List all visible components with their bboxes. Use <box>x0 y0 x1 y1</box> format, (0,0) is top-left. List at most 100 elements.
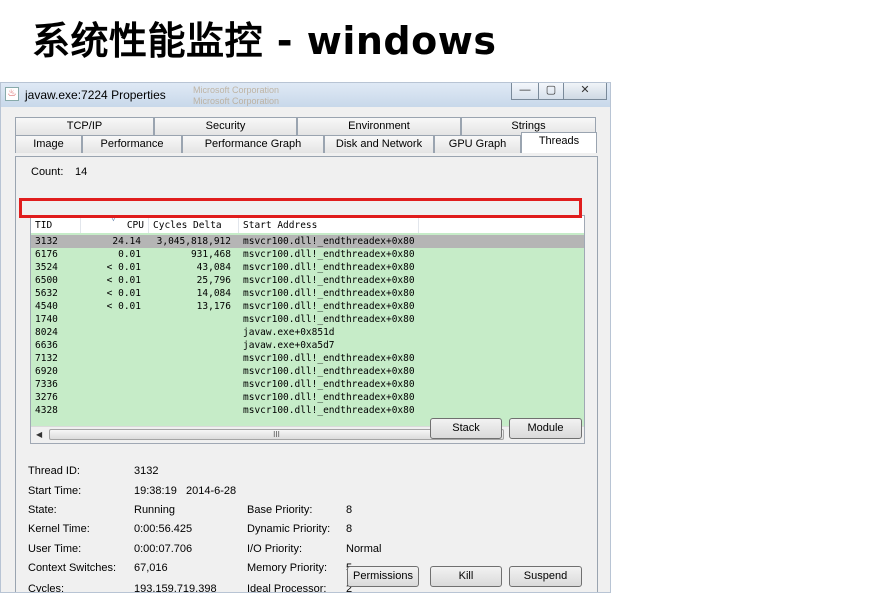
base-priority-label: Base Priority: <box>247 504 313 516</box>
thread-cycles-delta: 43,084 <box>196 262 231 273</box>
thread-cycles-delta: 931,468 <box>190 249 231 260</box>
thread-cpu: < 0.01 <box>106 288 141 299</box>
context-switches-label: Context Switches: <box>28 562 117 574</box>
tab-tcpip[interactable]: TCP/IP <box>15 117 154 135</box>
io-priority-value: Normal <box>346 543 382 555</box>
kill-button[interactable]: Kill <box>430 566 502 587</box>
table-row[interactable]: 6920 msvcr100.dll!_endthreadex+0x80 <box>31 365 584 378</box>
thread-tid: 3276 <box>35 392 58 403</box>
table-row[interactable]: 3132 24.14 3,045,818,912 msvcr100.dll!_endt… <box>31 235 584 248</box>
table-row[interactable]: 7132 msvcr100.dll!_endthreadex+0x80 <box>31 352 584 365</box>
tab-security[interactable]: Security <box>154 117 297 135</box>
column-cycles-delta[interactable]: Cycles Delta <box>149 216 239 233</box>
thread-cycles-delta: 13,176 <box>196 301 231 312</box>
thread-cycles-delta: 25,796 <box>196 275 231 286</box>
thread-start-address: msvcr100.dll!_endthreadex+0x80 <box>243 392 415 403</box>
thread-cpu: < 0.01 <box>106 262 141 273</box>
window-titlebar[interactable]: ♨ javaw.exe:7224 Properties Microsoft Co… <box>1 83 610 107</box>
thread-tid: 3524 <box>35 262 58 273</box>
tab-disk-and-network[interactable]: Disk and Network <box>324 135 434 153</box>
thread-tid: 6920 <box>35 366 58 377</box>
threads-list[interactable]: TID ▽ CPU Cycles Delta Start Address 313… <box>30 215 585 444</box>
thread-start-address: msvcr100.dll!_endthreadex+0x80 <box>243 314 415 325</box>
start-time-label: Start Time: <box>28 485 82 497</box>
tab-container: TCP/IP Security Environment Strings Imag… <box>15 117 599 593</box>
column-cpu[interactable]: ▽ CPU <box>81 216 149 233</box>
user-time-label: User Time: <box>28 543 82 555</box>
thread-cpu: < 0.01 <box>106 301 141 312</box>
column-tid[interactable]: TID <box>31 216 81 233</box>
thread-cycles-delta: 14,084 <box>196 288 231 299</box>
list-rows: 3132 24.14 3,045,818,912 msvcr100.dll!_endt… <box>31 233 584 429</box>
user-time-value: 0:00:07.706 <box>134 543 193 555</box>
thread-start-address: msvcr100.dll!_endthreadex+0x80 <box>243 249 415 260</box>
thread-start-address: javaw.exe+0xa5d7 <box>243 340 335 351</box>
table-row[interactable]: 3276 msvcr100.dll!_endthreadex+0x80 <box>31 391 584 404</box>
tab-gpu-graph[interactable]: GPU Graph <box>434 135 521 153</box>
table-row[interactable]: 4328 msvcr100.dll!_endthreadex+0x80 <box>31 404 584 417</box>
thread-start-address: msvcr100.dll!_endthreadex+0x80 <box>243 301 415 312</box>
close-icon: ✕ <box>580 84 590 96</box>
cycles-label: Cycles: <box>28 583 65 593</box>
kernel-time-label: Kernel Time: <box>28 523 90 535</box>
java-app-icon: ♨ <box>5 87 19 101</box>
thread-start-address: msvcr100.dll!_endthreadex+0x80 <box>243 288 415 299</box>
close-button[interactable]: ✕ <box>563 83 607 100</box>
table-row[interactable]: 7336 msvcr100.dll!_endthreadex+0x80 <box>31 378 584 391</box>
properties-window: ♨ javaw.exe:7224 Properties Microsoft Co… <box>0 82 611 593</box>
thread-start-address: msvcr100.dll!_endthreadex+0x80 <box>243 236 415 247</box>
tab-performance[interactable]: Performance <box>82 135 182 153</box>
start-time-value: 19:38:19 2014-6-28 <box>134 485 237 497</box>
column-cpu-label: CPU <box>126 220 144 231</box>
table-row[interactable]: 8024 javaw.exe+0x851d <box>31 326 584 339</box>
slide-title: 系统性能监控 - windows <box>32 19 497 63</box>
ideal-processor-label: Ideal Processor: <box>247 583 327 593</box>
table-row[interactable]: 6636 javaw.exe+0xa5d7 <box>31 339 584 352</box>
thread-cpu: 0.01 <box>118 249 141 260</box>
count-value: 14 <box>75 166 88 178</box>
count-label: Count: <box>31 166 64 178</box>
minimize-icon: — <box>519 84 531 96</box>
thread-tid: 6500 <box>35 275 58 286</box>
tab-performance-graph[interactable]: Performance Graph <box>182 135 324 153</box>
thread-tid: 4328 <box>35 405 58 416</box>
memory-priority-label: Memory Priority: <box>247 562 328 574</box>
grip-icon: III <box>273 430 280 439</box>
table-row[interactable]: 1740 msvcr100.dll!_endthreadex+0x80 <box>31 313 584 326</box>
dynamic-priority-value: 8 <box>346 523 353 535</box>
thread-tid: 8024 <box>35 327 58 338</box>
threads-panel: Count: 14 TID ▽ CPU Cycles Delta Start A… <box>15 156 598 593</box>
background-text: Microsoft Corporation <box>193 96 280 106</box>
thread-tid: 7132 <box>35 353 58 364</box>
table-row[interactable]: 5632 < 0.01 14,084 msvcr100.dll!_endthreade… <box>31 287 584 300</box>
thread-cycles-delta: 3,045,818,912 <box>156 236 231 247</box>
stack-button[interactable]: Stack <box>430 418 502 439</box>
scroll-left-icon[interactable]: ◀ <box>36 430 42 439</box>
thread-start-address: msvcr100.dll!_endthreadex+0x80 <box>243 379 415 390</box>
tab-image[interactable]: Image <box>15 135 82 153</box>
thread-start-address: javaw.exe+0x851d <box>243 327 335 338</box>
table-row[interactable]: 4540 < 0.01 13,176 msvcr100.dll!_endthreade… <box>31 300 584 313</box>
table-row[interactable]: 6176 0.01 931,468 msvcr100.dll!_endthreadex… <box>31 248 584 261</box>
thread-start-address: msvcr100.dll!_endthreadex+0x80 <box>243 353 415 364</box>
minimize-button[interactable]: — <box>511 83 539 100</box>
context-switches-value: 67,016 <box>134 562 168 574</box>
thread-start-address: msvcr100.dll!_endthreadex+0x80 <box>243 262 415 273</box>
thread-tid: 6176 <box>35 249 58 260</box>
table-row[interactable]: 3524 < 0.01 43,084 msvcr100.dll!_endthreade… <box>31 261 584 274</box>
thread-tid: 5632 <box>35 288 58 299</box>
permissions-button[interactable]: Permissions <box>347 566 419 587</box>
column-start-address[interactable]: Start Address <box>239 216 419 233</box>
suspend-button[interactable]: Suspend <box>509 566 582 587</box>
maximize-button[interactable]: ▢ <box>538 83 564 100</box>
table-row[interactable]: 6500 < 0.01 25,796 msvcr100.dll!_endthreade… <box>31 274 584 287</box>
tab-environment[interactable]: Environment <box>297 117 461 135</box>
thread-start-address: msvcr100.dll!_endthreadex+0x80 <box>243 366 415 377</box>
thread-tid: 4540 <box>35 301 58 312</box>
tab-threads[interactable]: Threads <box>521 132 597 153</box>
module-button[interactable]: Module <box>509 418 582 439</box>
window-title: javaw.exe:7224 Properties <box>25 88 166 102</box>
base-priority-value: 8 <box>346 504 353 516</box>
thread-tid: 6636 <box>35 340 58 351</box>
state-value: Running <box>134 504 175 516</box>
